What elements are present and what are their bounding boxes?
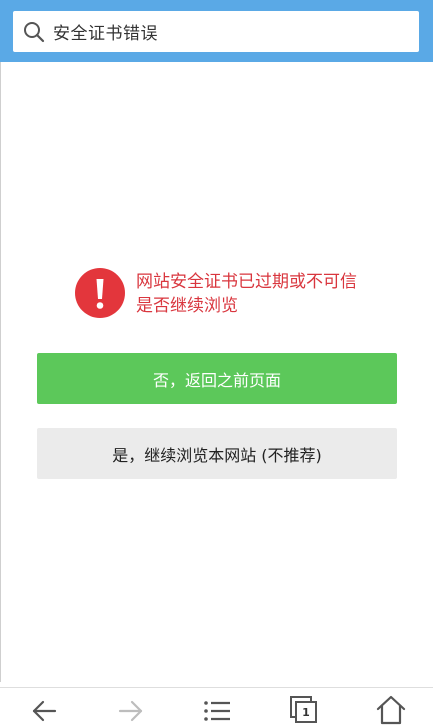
- top-bar: 安全证书错误: [0, 0, 433, 62]
- continue-browsing-button[interactable]: 是，继续浏览本网站 (不推荐): [37, 428, 397, 479]
- menu-icon[interactable]: [203, 698, 231, 724]
- tabs-icon[interactable]: 1: [289, 695, 319, 725]
- warning-message: 网站安全证书已过期或不可信 是否继续浏览: [136, 270, 396, 318]
- search-box[interactable]: 安全证书错误: [13, 11, 419, 52]
- arrow-right-icon[interactable]: [118, 698, 144, 724]
- search-icon[interactable]: [23, 21, 45, 43]
- edge-divider: [0, 62, 1, 682]
- home-icon[interactable]: [376, 695, 406, 725]
- search-query-text[interactable]: 安全证书错误: [53, 19, 158, 44]
- arrow-left-icon[interactable]: [31, 698, 57, 724]
- warning-line-2: 是否继续浏览: [136, 296, 238, 316]
- bottom-toolbar: 1: [0, 687, 433, 726]
- tabs-count: 1: [302, 705, 310, 719]
- warning-line-1: 网站安全证书已过期或不可信: [136, 272, 357, 292]
- exclamation-icon: [75, 268, 125, 318]
- go-back-button[interactable]: 否，返回之前页面: [37, 353, 397, 404]
- certificate-error-page: 安全证书错误 网站安全证书已过期或不可信 是否继续浏览 否，返回之前页面 是，继…: [0, 0, 433, 726]
